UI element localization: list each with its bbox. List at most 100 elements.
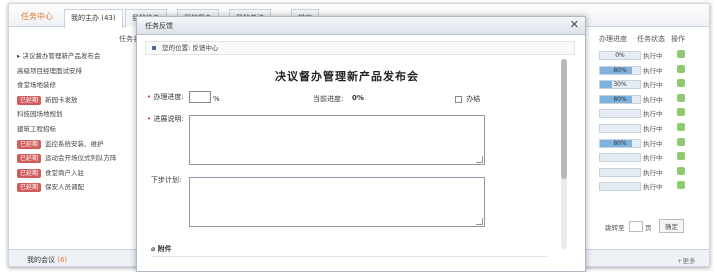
status-text: 执行中	[643, 66, 663, 75]
confirm-button[interactable]: 确定	[659, 219, 684, 233]
progress-bar: 80%	[599, 94, 641, 104]
progress-text: 80%	[613, 95, 627, 103]
close-icon[interactable]: ✕	[570, 18, 579, 31]
jump-label: 跳转至	[605, 224, 625, 232]
feedback-icon[interactable]	[677, 166, 685, 175]
task-status-row: 0% 执行中	[599, 50, 699, 61]
progress-bar	[599, 109, 641, 119]
progress-text: 0%	[615, 52, 625, 59]
progress-text: 80%	[613, 139, 627, 147]
task-status-row: 80% 执行中	[599, 137, 699, 149]
meeting-label: 我的会议	[27, 256, 55, 264]
meeting-title-wrap: 我的会议 (6)	[27, 255, 67, 265]
task-name[interactable]: 运动会开场仪式列队方阵	[45, 154, 117, 162]
feedback-icon[interactable]	[677, 50, 685, 58]
breadcrumb-text: 您的位置: 反馈中心	[162, 44, 219, 52]
task-status-row: 执行中	[599, 123, 699, 134]
op-header: 操作	[671, 35, 685, 43]
task-name[interactable]: 食堂场地装修	[17, 81, 56, 89]
required-mark: •	[147, 93, 152, 101]
more-link[interactable]: +更多	[677, 255, 695, 265]
task-name[interactable]: 新园卡发放	[45, 96, 78, 104]
status-text: 执行中	[643, 154, 663, 163]
meeting-count: (6)	[57, 256, 68, 264]
status-text: 执行中	[643, 139, 663, 148]
progress-header: 办理进度	[599, 35, 627, 43]
attachment-divider	[151, 256, 547, 257]
status-text: 执行中	[643, 168, 663, 177]
task-name[interactable]: 监控系统安装、维护	[45, 140, 104, 148]
page-unit: 页	[645, 224, 652, 232]
overdue-badge: 已延期	[17, 139, 42, 149]
task-center-title: 任务中心	[21, 12, 53, 21]
done-checkbox-wrap[interactable]: 办结	[455, 94, 480, 104]
task-name[interactable]: 建筑工程招标	[17, 125, 56, 133]
status-text: 执行中	[643, 52, 663, 60]
progress-text: 30%	[613, 81, 627, 89]
feedback-icon[interactable]	[677, 123, 685, 131]
status-text: 执行中	[643, 81, 663, 90]
task-name[interactable]: 科技园场地规划	[17, 110, 63, 118]
progress-bar: 80%	[599, 65, 641, 75]
progress-bar: 0%	[599, 51, 641, 60]
paperclip-icon: ⌀	[151, 245, 156, 253]
explain-label-wrap: • 进展说明:	[147, 114, 184, 124]
feedback-icon[interactable]	[677, 181, 685, 190]
overdue-badge: 已延期	[17, 183, 42, 193]
attachment-section[interactable]: ⌀ 附件	[151, 244, 172, 254]
overdue-badge: 已延期	[17, 154, 42, 164]
status-header: 任务状态	[637, 35, 665, 43]
done-checkbox[interactable]	[455, 95, 462, 103]
overdue-badge: 已延期	[17, 95, 42, 105]
attachment-label: 附件	[157, 245, 172, 253]
task-status-row: 执行中	[599, 152, 699, 163]
progress-bar	[599, 124, 641, 133]
feedback-icon[interactable]	[677, 93, 685, 102]
task-name[interactable]: 高级项目经理面试安排	[17, 67, 82, 75]
status-text: 执行中	[643, 125, 663, 133]
scrollbar-thumb[interactable]	[561, 59, 567, 179]
progress-input[interactable]	[189, 91, 211, 103]
progress-label-wrap: • 办理进度:	[147, 92, 184, 102]
next-plan-textarea[interactable]	[189, 177, 485, 227]
task-name[interactable]: 食堂商户入驻	[45, 169, 84, 177]
feedback-icon[interactable]	[677, 137, 685, 146]
progress-text: 80%	[613, 66, 627, 74]
progress-unit: %	[213, 95, 220, 103]
current-progress-value: 0%	[352, 94, 364, 102]
overdue-badge: 已延期	[17, 168, 42, 178]
status-text: 执行中	[643, 110, 663, 119]
task-name[interactable]: 决议督办管理新产品发布会	[22, 52, 100, 60]
resize-grip-icon[interactable]	[476, 156, 483, 163]
progress-bar	[599, 182, 641, 192]
done-label: 办结	[466, 95, 481, 103]
page-input[interactable]	[629, 221, 643, 232]
progress-bar: 30%	[599, 80, 641, 90]
breadcrumb: 您的位置: 反馈中心	[145, 41, 575, 55]
next-plan-label: 下步计划:	[151, 176, 182, 184]
task-heading: 决议督办管理新产品发布会	[275, 70, 419, 83]
feedback-icon[interactable]	[677, 79, 685, 88]
feedback-icon[interactable]	[677, 64, 685, 73]
current-progress-label: 当前进度:	[313, 95, 344, 103]
status-text: 执行中	[643, 95, 663, 104]
task-status-row: 执行中	[599, 166, 699, 178]
explain-label: 进展说明:	[153, 115, 184, 123]
required-mark: •	[147, 115, 152, 123]
dialog-scrollbar[interactable]	[561, 59, 567, 249]
progress-bar	[599, 153, 641, 163]
location-icon	[152, 46, 156, 50]
tab-my-host[interactable]: 我的主办 (43)	[64, 9, 123, 28]
task-name[interactable]: 保安人员调配	[45, 183, 84, 191]
task-status-row: 执行中	[599, 181, 699, 192]
feedback-icon[interactable]	[677, 152, 685, 161]
dialog-title: 任务反馈	[145, 22, 173, 30]
feedback-icon[interactable]	[677, 108, 685, 117]
explain-textarea[interactable]	[189, 115, 485, 165]
task-status-row: 80% 执行中	[599, 64, 699, 76]
status-text: 执行中	[643, 183, 663, 192]
task-status-row: 80% 执行中	[599, 93, 699, 105]
task-status-row: 30% 执行中	[599, 79, 699, 90]
progress-label: 办理进度:	[153, 93, 184, 101]
resize-grip-icon[interactable]	[476, 218, 483, 225]
